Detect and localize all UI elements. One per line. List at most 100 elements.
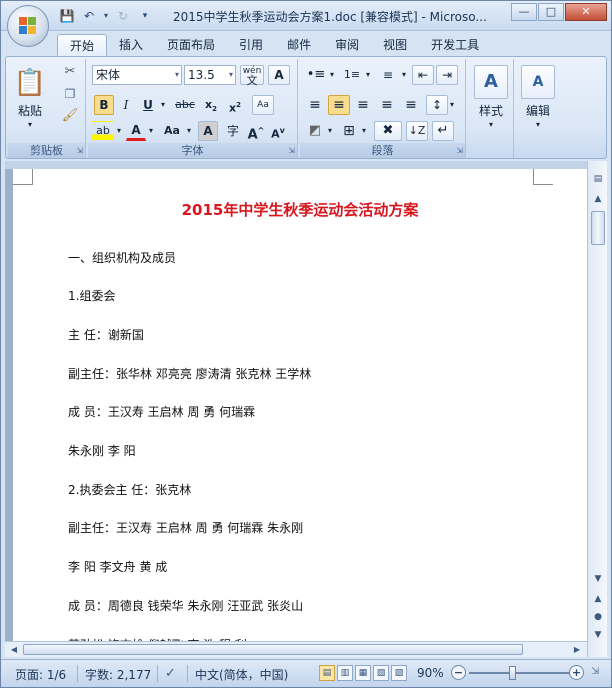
- distributed-button[interactable]: ≡: [400, 95, 422, 115]
- shading-button[interactable]: ◩: [304, 121, 326, 141]
- highlight-button[interactable]: ab: [92, 121, 114, 141]
- undo-dropdown-icon[interactable]: ▾: [101, 7, 111, 25]
- underline-button[interactable]: U: [138, 95, 158, 115]
- font-launcher-icon[interactable]: ⇲: [288, 146, 295, 155]
- zoom-level[interactable]: 90%: [417, 666, 444, 680]
- shrink-font-button[interactable]: Av: [268, 121, 288, 141]
- scroll-right-icon[interactable]: ▶: [569, 642, 585, 657]
- outline-view-icon[interactable]: ▧: [373, 665, 389, 681]
- multilevel-list-button[interactable]: ≡: [376, 65, 400, 85]
- full-screen-reading-icon[interactable]: ▥: [337, 665, 353, 681]
- tab-insert[interactable]: 插入: [107, 34, 155, 56]
- font-color-button[interactable]: A: [126, 121, 146, 141]
- zoom-in-icon[interactable]: +: [569, 665, 584, 680]
- clear-format-button[interactable]: Aa: [252, 95, 274, 115]
- strikethrough-button[interactable]: abc: [172, 95, 198, 115]
- enclose-chars-button[interactable]: 字: [222, 121, 244, 141]
- numbering-dropdown-icon[interactable]: ▾: [364, 65, 372, 85]
- zoom-slider-track[interactable]: [469, 672, 573, 674]
- line-spacing-dropdown-icon[interactable]: ▾: [448, 95, 456, 115]
- document-page[interactable]: 2015年中学生秋季运动会活动方案 一、组织机构及成员 1.组委会 主 任：谢新…: [13, 169, 587, 657]
- office-button[interactable]: [7, 5, 49, 47]
- proofing-icon[interactable]: ✓: [165, 666, 176, 681]
- tab-developer[interactable]: 开发工具: [419, 34, 491, 56]
- scroll-down-icon[interactable]: ▼: [590, 571, 606, 587]
- word-count[interactable]: 字数: 2,177: [85, 666, 151, 683]
- paragraph-launcher-icon[interactable]: ⇲: [456, 146, 463, 155]
- minimize-button[interactable]: —: [511, 3, 537, 21]
- horizontal-scrollbar[interactable]: ◀ ▶: [5, 641, 587, 657]
- tab-page-layout[interactable]: 页面布局: [155, 34, 227, 56]
- tab-home[interactable]: 开始: [57, 34, 108, 56]
- bold-button[interactable]: B: [94, 95, 114, 115]
- save-icon[interactable]: 💾: [57, 7, 77, 25]
- paste-button[interactable]: 粘贴: [10, 103, 50, 119]
- maximize-button[interactable]: □: [538, 3, 564, 21]
- font-size-combo[interactable]: 13.5 ▾: [184, 65, 236, 85]
- resize-grip-icon[interactable]: ⇲: [591, 666, 599, 677]
- copy-icon[interactable]: ❐: [60, 85, 80, 103]
- redo-icon[interactable]: ↻: [113, 7, 133, 25]
- next-page-icon[interactable]: ▼: [590, 627, 606, 643]
- superscript-button[interactable]: x2: [224, 95, 246, 115]
- clipboard-launcher-icon[interactable]: ⇲: [76, 146, 83, 155]
- paste-dropdown-icon[interactable]: ▾: [22, 119, 38, 131]
- web-layout-icon[interactable]: ▦: [355, 665, 371, 681]
- ruler-toggle-icon[interactable]: ▤: [590, 171, 606, 187]
- multilevel-dropdown-icon[interactable]: ▾: [400, 65, 408, 85]
- grow-font-button[interactable]: A^: [246, 121, 266, 142]
- phonetic-guide-button[interactable]: wén 文: [240, 65, 264, 86]
- scroll-left-icon[interactable]: ◀: [6, 642, 22, 657]
- customize-icon[interactable]: ▾: [135, 7, 155, 25]
- char-shading-button[interactable]: A: [198, 121, 218, 141]
- align-left-button[interactable]: ≡: [304, 95, 326, 115]
- cut-icon[interactable]: ✂: [60, 63, 80, 81]
- select-browse-object-icon[interactable]: ●: [590, 609, 606, 625]
- shading-dropdown-icon[interactable]: ▾: [326, 121, 334, 141]
- tab-view[interactable]: 视图: [371, 34, 419, 56]
- tab-mailings[interactable]: 邮件: [275, 34, 323, 56]
- undo-icon[interactable]: ↶: [79, 7, 99, 25]
- editing-dropdown-icon[interactable]: ▾: [531, 119, 545, 131]
- bullets-button[interactable]: •≡: [304, 65, 328, 85]
- vertical-scrollbar[interactable]: ▤ ▲ ▼ ▲ ● ▼: [587, 161, 607, 657]
- change-case-dropdown-icon[interactable]: ▾: [184, 121, 194, 141]
- underline-dropdown-icon[interactable]: ▾: [158, 95, 168, 115]
- borders-dropdown-icon[interactable]: ▾: [360, 121, 368, 141]
- justify-button[interactable]: ≡: [376, 95, 398, 115]
- tab-review[interactable]: 审阅: [323, 34, 371, 56]
- tab-references[interactable]: 引用: [227, 34, 275, 56]
- zoom-slider-knob[interactable]: [509, 666, 516, 680]
- font-name-combo[interactable]: 宋体 ▾: [92, 65, 182, 85]
- vertical-scroll-thumb[interactable]: [591, 211, 605, 245]
- paste-icon[interactable]: 📋: [12, 63, 48, 103]
- scroll-up-icon[interactable]: ▲: [590, 191, 606, 207]
- show-marks-button[interactable]: ↵: [432, 121, 454, 141]
- font-color-dropdown-icon[interactable]: ▾: [146, 121, 156, 141]
- previous-page-icon[interactable]: ▲: [590, 591, 606, 607]
- subscript-button[interactable]: x2: [200, 95, 222, 115]
- bullets-dropdown-icon[interactable]: ▾: [328, 65, 336, 85]
- change-case-button[interactable]: Aa: [160, 121, 184, 141]
- draft-view-icon[interactable]: ▨: [391, 665, 407, 681]
- styles-icon[interactable]: A: [474, 65, 508, 99]
- editing-button[interactable]: 编辑: [517, 103, 559, 119]
- language-indicator[interactable]: 中文(简体，中国): [195, 666, 288, 683]
- italic-button[interactable]: I: [116, 95, 136, 115]
- close-button[interactable]: ✕: [565, 3, 607, 21]
- numbering-button[interactable]: 1≡: [340, 65, 364, 85]
- sort-button[interactable]: ↓Z: [406, 121, 428, 141]
- styles-button[interactable]: 样式: [470, 103, 512, 119]
- decrease-indent-button[interactable]: ⇤: [412, 65, 434, 85]
- format-painter-icon[interactable]: 🖌: [60, 107, 80, 125]
- page-indicator[interactable]: 页面: 1/6: [15, 666, 66, 683]
- zoom-out-icon[interactable]: −: [451, 665, 466, 680]
- horizontal-scroll-thumb[interactable]: [23, 644, 523, 655]
- char-border-button[interactable]: A: [268, 65, 290, 85]
- find-icon[interactable]: 𝗔: [521, 65, 555, 99]
- align-center-button[interactable]: ≡: [328, 95, 350, 115]
- increase-indent-button[interactable]: ⇥: [436, 65, 458, 85]
- borders-button[interactable]: ⊞: [338, 121, 360, 141]
- align-right-button[interactable]: ≡: [352, 95, 374, 115]
- line-spacing-button[interactable]: ↕: [426, 95, 448, 115]
